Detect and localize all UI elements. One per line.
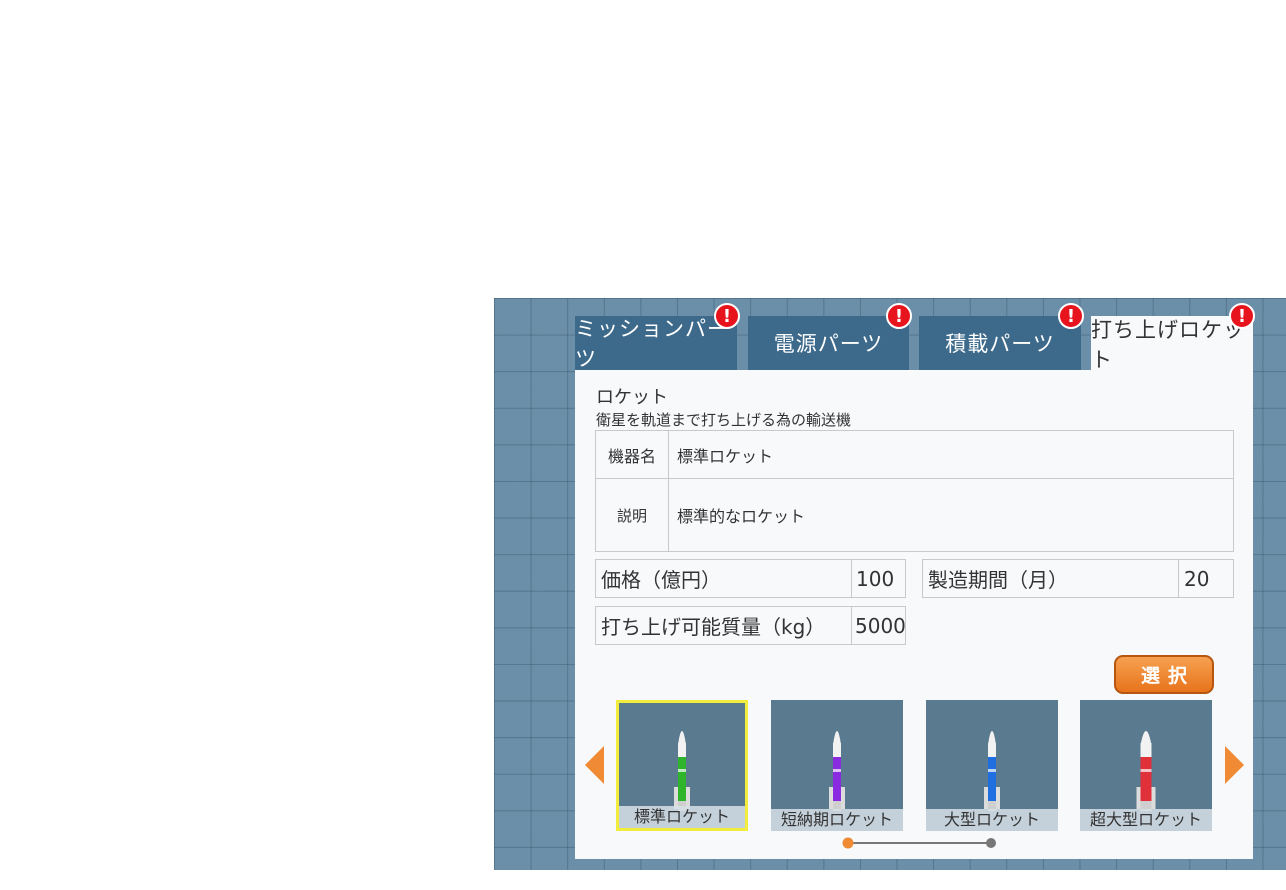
rocket-thumbnail[interactable]: 超大型ロケット [1080, 700, 1212, 831]
pager-dot-current [842, 837, 854, 849]
payload-label: 打ち上げ可能質量（kg） [595, 606, 852, 645]
info-table: 機器名 標準ロケット 説明 標準的なロケット [595, 430, 1234, 552]
alert-icon: ! [714, 303, 740, 329]
tab-payload-parts[interactable]: 積載パーツ [919, 316, 1081, 370]
rocket-label: 標準ロケット [619, 806, 745, 828]
rocket-icon [984, 731, 1000, 811]
desc-value: 標準的なロケット [668, 478, 1234, 552]
desc-label: 説明 [595, 478, 669, 552]
section-subtitle: 衛星を軌道まで打ち上げる為の輸送機 [596, 411, 852, 429]
price-label: 価格（億円） [595, 559, 852, 598]
rocket-thumbnail[interactable]: 短納期ロケット [771, 700, 903, 831]
tab-power-parts[interactable]: 電源パーツ [748, 316, 909, 370]
pager-dot [986, 838, 996, 848]
section-title: ロケット [596, 387, 668, 408]
rocket-icon [829, 731, 845, 811]
rocket-label: 超大型ロケット [1080, 809, 1212, 831]
rocket-thumbnail[interactable]: 大型ロケット [926, 700, 1058, 831]
rocket-icon [674, 731, 690, 811]
name-value: 標準ロケット [668, 430, 1234, 479]
select-button[interactable]: 選択 [1114, 655, 1214, 694]
period-value: 20 [1178, 559, 1234, 598]
pager-indicator [842, 837, 996, 849]
payload-value: 5000 [851, 606, 906, 645]
next-arrow-icon[interactable] [1225, 746, 1244, 784]
rocket-label: 大型ロケット [926, 809, 1058, 831]
alert-icon: ! [886, 303, 912, 329]
price-value: 100 [851, 559, 906, 598]
tab-mission-parts[interactable]: ミッションパーツ [575, 316, 737, 371]
tab-label: ミッションパーツ [575, 317, 729, 371]
tab-label: 電源パーツ [773, 332, 884, 356]
name-label: 機器名 [595, 430, 669, 479]
period-label: 製造期間（月） [922, 559, 1179, 598]
alert-icon: ! [1229, 303, 1255, 329]
tab-launch-rocket[interactable]: 打ち上げロケット [1091, 316, 1253, 372]
alert-icon: ! [1058, 303, 1084, 329]
tab-label: 打ち上げロケット [1091, 318, 1245, 372]
rocket-thumbnail[interactable]: 標準ロケット [616, 700, 748, 831]
prev-arrow-icon[interactable] [585, 746, 604, 784]
rocket-label: 短納期ロケット [771, 809, 903, 831]
rocket-icon [1136, 731, 1156, 811]
tab-label: 積載パーツ [945, 332, 1055, 356]
